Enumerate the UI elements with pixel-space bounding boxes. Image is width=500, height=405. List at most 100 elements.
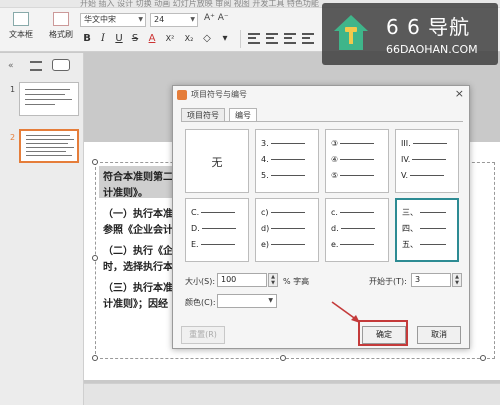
watermark-domain: 66DAOHAN.COM <box>386 43 478 56</box>
style-item: ④ <box>331 155 339 164</box>
textbox-icon <box>13 12 29 26</box>
chevron-down-icon: ▼ <box>138 16 143 23</box>
resize-handle[interactable] <box>280 355 286 361</box>
color-label: 颜色(C): <box>185 298 216 307</box>
numbering-style-circled[interactable]: ③ ④ ⑤ <box>325 129 389 193</box>
underline-button[interactable]: U <box>112 32 126 46</box>
resize-handle[interactable] <box>92 159 98 165</box>
thumbnail-number: 1 <box>10 85 16 94</box>
watermark: 6 6 导航 66DAOHAN.COM <box>322 3 498 65</box>
style-item: c. <box>331 208 338 217</box>
font-grow-shrink-icons[interactable]: A⁺ A⁻ <box>204 13 229 23</box>
strikethrough-button[interactable]: S <box>128 32 142 46</box>
format-brush-button[interactable]: 格式刷 <box>44 12 78 40</box>
highlight-icon[interactable]: ▾ <box>218 32 232 46</box>
size-spinner[interactable]: ▲ ▼ <box>268 273 278 287</box>
start-at-input[interactable]: 3 <box>411 273 451 287</box>
style-item: e. <box>331 240 339 249</box>
start-at-label: 开始于(T): <box>369 277 407 286</box>
style-item: 五、 <box>402 240 418 249</box>
style-item: C. <box>191 208 200 217</box>
tab-numbering[interactable]: 编号 <box>229 108 257 122</box>
numbering-style-lower-alpha-dot[interactable]: c. d. e. <box>325 198 389 262</box>
superscript-button[interactable]: X² <box>163 32 177 46</box>
collapse-icon[interactable]: « <box>8 61 14 71</box>
style-item: d. <box>331 224 339 233</box>
style-item: c) <box>261 208 269 217</box>
style-item: 4. <box>261 155 269 164</box>
house-icon <box>334 15 368 50</box>
toolbar-divider <box>240 30 241 48</box>
doc-line: （三）执行本准 <box>103 283 173 294</box>
style-item: 三、 <box>402 208 418 217</box>
slide-thumbnail-panel: « 1 2 <box>0 53 84 405</box>
slide-thumbnail-2[interactable] <box>19 129 79 163</box>
resize-handle[interactable] <box>92 355 98 361</box>
doc-line: （二）执行《企 <box>103 246 173 257</box>
start-at-spinner[interactable]: ▲ ▼ <box>452 273 462 287</box>
textbox-button[interactable]: 文本框 <box>4 12 38 40</box>
italic-button[interactable]: I <box>96 32 110 46</box>
subscript-button[interactable]: X₂ <box>182 32 196 46</box>
doc-line: 时，选择执行本 <box>103 262 173 273</box>
annotation-arrow-icon <box>331 301 360 323</box>
ribbon-tabs-text: 开始 插入 设计 切换 动画 幻灯片放映 审阅 视图 开发工具 特色功能 <box>80 0 319 8</box>
align-center-icon[interactable] <box>266 33 278 44</box>
style-item: ⑤ <box>331 171 339 180</box>
resize-handle[interactable] <box>92 255 98 261</box>
font-color-button[interactable]: A <box>145 32 159 46</box>
eraser-icon[interactable]: ◇ <box>200 32 214 46</box>
dialog-titlebar: 项目符号与编号 × <box>173 86 469 104</box>
doc-line: 计准则》。 <box>103 188 148 199</box>
align-right-icon[interactable] <box>284 33 296 44</box>
size-label: 大小(S): <box>185 277 216 286</box>
status-bar <box>84 383 500 405</box>
doc-line: （一）执行本准 <box>103 209 173 220</box>
doc-line: 参照《企业会计 <box>103 225 173 236</box>
numbering-style-upper-alpha[interactable]: C. D. E. <box>185 198 249 262</box>
textbox-label: 文本框 <box>9 30 33 39</box>
slide-thumbnail-1[interactable] <box>19 82 79 116</box>
font-size-value: 24 <box>154 15 165 24</box>
style-item: ③ <box>331 139 339 148</box>
thumbnail-number: 2 <box>10 133 16 142</box>
style-none-label: 无 <box>211 156 223 169</box>
font-name-select[interactable]: 华文中宋 ▼ <box>80 13 146 27</box>
bullets-numbering-dialog: 项目符号与编号 × 项目符号 编号 无 3. 4. 5. ③ ④ ⑤ III. … <box>172 85 470 349</box>
style-item: 四、 <box>402 224 418 233</box>
resize-handle[interactable] <box>480 355 486 361</box>
align-left-icon[interactable] <box>248 33 260 44</box>
tab-bullets[interactable]: 项目符号 <box>181 108 225 122</box>
app-logo-icon <box>177 90 187 100</box>
numbering-style-chinese[interactable]: 三、 四、 五、 <box>395 198 459 262</box>
font-size-select[interactable]: 24 ▼ <box>150 13 198 27</box>
style-item: IV. <box>401 155 411 164</box>
close-icon[interactable]: × <box>455 87 464 100</box>
size-unit-label: % 字高 <box>283 277 310 286</box>
numbering-style-none[interactable]: 无 <box>185 129 249 193</box>
align-justify-icon[interactable] <box>302 33 314 44</box>
format-brush-icon <box>53 12 69 26</box>
doc-line: 符合本准则第二 <box>103 172 173 183</box>
cancel-button[interactable]: 取消 <box>417 326 461 344</box>
dialog-title: 项目符号与编号 <box>191 90 247 99</box>
numbering-style-arabic[interactable]: 3. 4. 5. <box>255 129 319 193</box>
style-item: 5. <box>261 171 269 180</box>
style-item: D. <box>191 224 200 233</box>
watermark-title: 6 6 导航 <box>386 15 471 39</box>
format-brush-label: 格式刷 <box>49 30 73 39</box>
color-select[interactable]: ▼ <box>217 294 277 308</box>
size-input[interactable]: 100 <box>217 273 267 287</box>
reset-button[interactable]: 重置(R) <box>181 326 225 344</box>
chevron-down-icon: ▼ <box>190 16 195 23</box>
style-item: V. <box>401 171 408 180</box>
annotation-highlight-box <box>358 320 408 346</box>
outline-view-icon[interactable] <box>30 61 42 71</box>
numbering-style-roman[interactable]: III. IV. V. <box>395 129 459 193</box>
slide-view-icon[interactable] <box>52 59 70 71</box>
numbering-style-lower-alpha-paren[interactable]: c) d) e) <box>255 198 319 262</box>
bold-button[interactable]: B <box>80 32 94 46</box>
style-item: III. <box>401 139 411 148</box>
style-item: 3. <box>261 139 269 148</box>
chevron-down-icon: ▼ <box>268 297 273 304</box>
